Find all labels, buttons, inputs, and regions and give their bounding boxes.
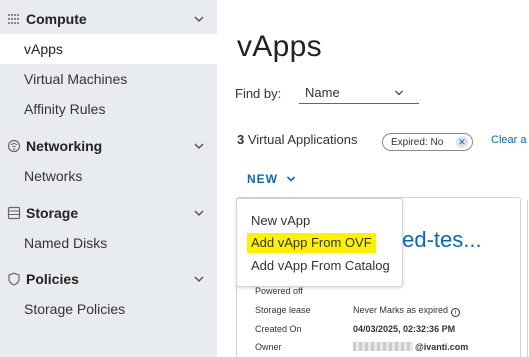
- sidebar-group-compute[interactable]: Compute: [0, 4, 217, 34]
- chevron-down-icon: [286, 176, 296, 182]
- sidebar-group-title: Storage: [26, 205, 79, 221]
- sidebar-group-title: Networking: [26, 138, 103, 154]
- sidebar-item-virtual-machines[interactable]: Virtual Machines: [0, 64, 217, 94]
- storage-icon: [7, 206, 21, 220]
- filter-chip-label: Expired:: [391, 136, 428, 148]
- chevron-down-icon[interactable]: [193, 273, 205, 285]
- menu-item-add-vapp-from-catalog[interactable]: Add vApp From Catalog: [251, 258, 390, 273]
- close-icon[interactable]: ✕: [456, 136, 468, 148]
- clear-all-link[interactable]: Clear a: [491, 134, 526, 146]
- sidebar-item-affinity-rules[interactable]: Affinity Rules: [0, 94, 217, 124]
- sidebar-item-storage-policies[interactable]: Storage Policies: [0, 294, 217, 324]
- sidebar-group-title: Compute: [26, 11, 87, 27]
- chevron-down-icon[interactable]: [193, 207, 205, 219]
- sidebar-item-vapps[interactable]: vApps: [0, 34, 217, 64]
- chevron-down-icon[interactable]: [193, 13, 205, 25]
- grid-icon: [8, 14, 19, 24]
- sidebar-item-named-disks[interactable]: Named Disks: [0, 228, 217, 258]
- prop-value-created-on: 04/03/2025, 02:32:36 PM: [353, 324, 456, 334]
- sidebar-group-networking[interactable]: Networking: [0, 131, 217, 161]
- find-by-label: Find by:: [235, 86, 282, 101]
- menu-item-add-vapp-from-ovf[interactable]: Add vApp From OVF: [247, 233, 376, 253]
- prop-label-owner: Owner: [255, 342, 282, 352]
- menu-item-new-vapp[interactable]: New vApp: [251, 213, 310, 228]
- new-button[interactable]: NEW: [247, 172, 296, 186]
- main-content: vApps Find by: Name 3 Virtual Applicatio…: [217, 0, 529, 357]
- info-icon[interactable]: i: [451, 308, 461, 317]
- vapp-card-status: Powered off: [255, 286, 303, 296]
- chevron-down-icon[interactable]: [193, 140, 205, 152]
- sidebar-group-title: Policies: [26, 271, 79, 287]
- network-icon: [7, 139, 21, 153]
- sidebar-group-policies[interactable]: Policies: [0, 264, 217, 294]
- redacted-text: [353, 342, 413, 351]
- vapp-count: 3 Virtual Applications: [237, 132, 357, 147]
- find-by-value: Name: [305, 85, 340, 100]
- sidebar: Compute vApps Virtual Machines Affinity …: [0, 0, 217, 357]
- new-button-label: NEW: [247, 172, 278, 186]
- filter-chip-expired[interactable]: Expired: No ✕: [382, 133, 473, 151]
- page-title: vApps: [237, 30, 322, 63]
- prop-label-created-on: Created On: [255, 324, 302, 334]
- vapp-count-label: Virtual Applications: [247, 132, 358, 147]
- prop-label-storage-lease: Storage lease: [255, 305, 311, 315]
- shield-icon: [8, 272, 20, 286]
- vapp-count-number: 3: [237, 132, 245, 147]
- filter-chip-value: No: [430, 136, 444, 148]
- prop-value-storage-lease: Never Marks as expired i: [353, 305, 461, 317]
- sidebar-group-storage[interactable]: Storage: [0, 198, 217, 228]
- prop-value-owner: @ivanti.com: [353, 342, 468, 352]
- sidebar-item-networks[interactable]: Networks: [0, 161, 217, 191]
- find-by-select[interactable]: Name: [299, 82, 419, 104]
- chevron-down-icon: [395, 90, 403, 96]
- new-dropdown-menu: New vApp Add vApp From OVF Add vApp From…: [236, 198, 403, 287]
